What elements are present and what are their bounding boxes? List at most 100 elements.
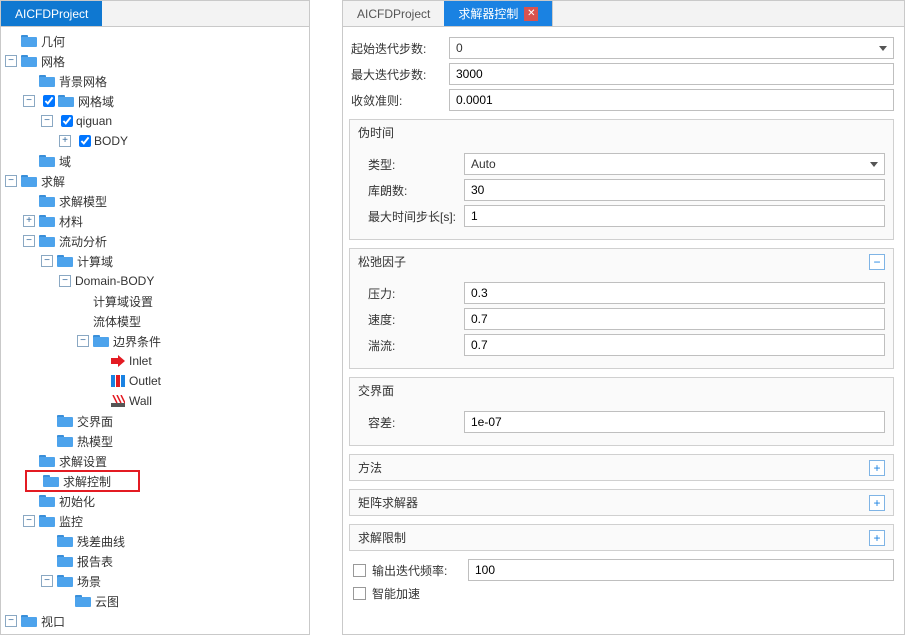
tree-node-result[interactable]: 结果 xyxy=(1,631,309,634)
node-label: 计算域 xyxy=(77,253,113,270)
tree-node-qiguan[interactable]: − qiguan xyxy=(1,111,309,131)
tab-label: 求解器控制 xyxy=(458,5,518,22)
select-start-iter[interactable]: 0 xyxy=(449,37,894,59)
row-start-iter: 起始迭代步数: 0 xyxy=(349,37,894,59)
collapse-icon[interactable]: − xyxy=(5,615,17,627)
label-velocity: 速度: xyxy=(358,311,458,328)
tab-label: AICFDProject xyxy=(357,7,430,21)
collapse-icon[interactable]: − xyxy=(59,275,71,287)
tree-node-boundary-cond[interactable]: − 边界条件 xyxy=(1,331,309,351)
selection-highlight: 求解控制 xyxy=(25,470,140,492)
label-tolerance: 容差: xyxy=(358,414,458,431)
input-max-iter[interactable] xyxy=(449,63,894,85)
tree-node-scene[interactable]: − 场景 xyxy=(1,571,309,591)
input-courant[interactable] xyxy=(464,179,885,201)
collapse-icon[interactable]: − xyxy=(41,115,53,127)
label-conv-crit: 收敛准则: xyxy=(349,92,443,109)
tree-node-wall[interactable]: Wall xyxy=(1,391,309,411)
group-interface: 交界面 容差: xyxy=(349,377,894,446)
tree-node-material[interactable]: + 材料 xyxy=(1,211,309,231)
node-checkbox[interactable] xyxy=(61,115,73,127)
node-label: BODY xyxy=(94,134,128,148)
collapse-icon[interactable]: − xyxy=(41,255,53,267)
input-output-freq[interactable] xyxy=(468,559,894,581)
node-label: 监控 xyxy=(59,513,83,530)
node-checkbox[interactable] xyxy=(79,135,91,147)
select-type[interactable]: Auto xyxy=(464,153,885,175)
folder-icon xyxy=(39,235,55,247)
tree-node-solve-settings[interactable]: 求解设置 xyxy=(1,451,309,471)
collapse-icon[interactable]: − xyxy=(41,575,53,587)
folder-icon xyxy=(21,55,37,67)
tree-node-inlet[interactable]: Inlet xyxy=(1,351,309,371)
tree-node-fluid-model[interactable]: 流体模型 xyxy=(1,311,309,331)
inlet-icon xyxy=(111,355,125,367)
folder-icon xyxy=(21,175,37,187)
tree-node-mesh-domain[interactable]: − 网格域 xyxy=(1,91,309,111)
tree-node-domain-leaf[interactable]: 域 xyxy=(1,151,309,171)
tree-node-cloud[interactable]: 云图 xyxy=(1,591,309,611)
tab-solver-control[interactable]: 求解器控制 ✕ xyxy=(444,1,553,26)
expand-icon[interactable]: + xyxy=(869,460,885,476)
row-smart-accel: 智能加速 xyxy=(353,585,894,602)
label-courant: 库朗数: xyxy=(358,182,458,199)
input-conv-crit[interactable] xyxy=(449,89,894,111)
tree-node-domain-body[interactable]: − Domain-BODY xyxy=(1,271,309,291)
tree-node-monitor[interactable]: − 监控 xyxy=(1,511,309,531)
select-value: 0 xyxy=(456,41,463,55)
collapse-icon[interactable]: − xyxy=(23,95,35,107)
row-velocity: 速度: xyxy=(358,308,885,330)
checkbox-smart-accel[interactable] xyxy=(353,587,366,600)
tree-node-solve[interactable]: − 求解 xyxy=(1,171,309,191)
expand-icon[interactable]: + xyxy=(59,135,71,147)
tree-node-solve-control[interactable]: 求解控制 xyxy=(1,471,309,491)
collapse-icon[interactable]: − xyxy=(5,55,17,67)
expand-icon[interactable]: + xyxy=(869,530,885,546)
collapse-icon[interactable]: − xyxy=(23,235,35,247)
tree-node-flow-analysis[interactable]: − 流动分析 xyxy=(1,231,309,251)
row-courant: 库朗数: xyxy=(358,179,885,201)
close-icon[interactable]: ✕ xyxy=(524,7,538,21)
collapse-icon[interactable]: − xyxy=(77,335,89,347)
node-checkbox[interactable] xyxy=(43,95,55,107)
input-max-dt[interactable] xyxy=(464,205,885,227)
group-title: 矩阵求解器 xyxy=(358,494,418,511)
tree-node-mesh[interactable]: − 网格 xyxy=(1,51,309,71)
project-tree[interactable]: 几何 − 网格 背景网格 − 网格域 − qiguan + xyxy=(1,27,309,634)
tree-node-viewport[interactable]: − 视口 xyxy=(1,611,309,631)
tree-node-thermal-model[interactable]: 热模型 xyxy=(1,431,309,451)
node-label: 报告表 xyxy=(77,553,113,570)
collapse-icon[interactable]: − xyxy=(5,175,17,187)
node-label: 云图 xyxy=(95,593,119,610)
expand-icon[interactable]: + xyxy=(23,215,35,227)
tree-node-report[interactable]: 报告表 xyxy=(1,551,309,571)
input-pressure[interactable] xyxy=(464,282,885,304)
tree-node-body[interactable]: + BODY xyxy=(1,131,309,151)
node-label: 交界面 xyxy=(77,413,113,430)
input-tolerance[interactable] xyxy=(464,411,885,433)
folder-icon xyxy=(39,155,55,167)
folder-icon xyxy=(57,535,73,547)
label-max-dt: 最大时间步长[s]: xyxy=(358,208,458,225)
tree-node-geometry[interactable]: 几何 xyxy=(1,31,309,51)
tree-node-domain-settings[interactable]: 计算域设置 xyxy=(1,291,309,311)
input-velocity[interactable] xyxy=(464,308,885,330)
input-turb[interactable] xyxy=(464,334,885,356)
tree-node-solve-model[interactable]: 求解模型 xyxy=(1,191,309,211)
node-label: 网格 xyxy=(41,53,65,70)
tree-node-residual[interactable]: 残差曲线 xyxy=(1,531,309,551)
row-conv-crit: 收敛准则: xyxy=(349,89,894,111)
tab-aicfdproject-left[interactable]: AICFDProject xyxy=(1,1,102,26)
expand-icon[interactable]: + xyxy=(869,495,885,511)
row-max-dt: 最大时间步长[s]: xyxy=(358,205,885,227)
checkbox-output-freq[interactable] xyxy=(353,564,366,577)
tab-aicfdproject-right[interactable]: AICFDProject xyxy=(343,1,444,26)
tree-node-interface[interactable]: 交界面 xyxy=(1,411,309,431)
tree-node-background-mesh[interactable]: 背景网格 xyxy=(1,71,309,91)
tree-node-initialize[interactable]: 初始化 xyxy=(1,491,309,511)
node-label: 求解设置 xyxy=(59,453,107,470)
collapse-icon[interactable]: − xyxy=(23,515,35,527)
tree-node-comp-domain[interactable]: − 计算域 xyxy=(1,251,309,271)
tree-node-outlet[interactable]: Outlet xyxy=(1,371,309,391)
collapse-icon[interactable]: − xyxy=(869,254,885,270)
